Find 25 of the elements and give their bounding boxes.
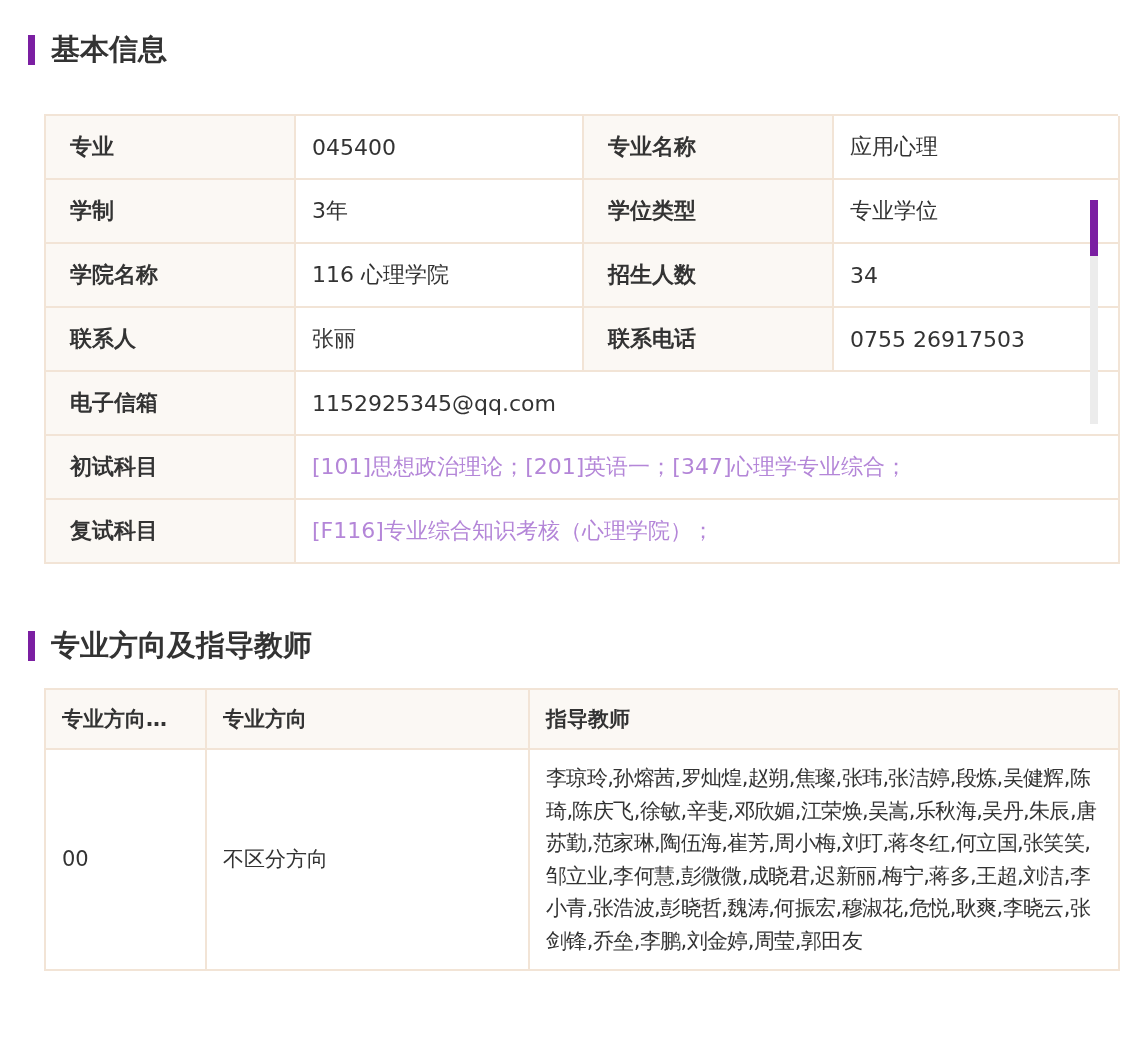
table-cell: 00 xyxy=(46,750,207,971)
field-label: 学制 xyxy=(46,180,296,244)
field-label: 联系人 xyxy=(46,308,296,372)
field-label: 学位类型 xyxy=(584,180,834,244)
field-label: 初试科目 xyxy=(46,436,296,500)
scrollbar-drawing[interactable] xyxy=(1090,200,1098,424)
column-header: 专业方向 xyxy=(207,690,530,750)
field-label: 专业 xyxy=(46,116,296,180)
section-title: 专业方向及指导教师 xyxy=(51,627,312,664)
subject-link[interactable]: [F116]专业综合知识考核（心理学院）； xyxy=(296,500,1120,564)
table-cell: 不区分方向 xyxy=(207,750,530,971)
column-header: 专业方向… xyxy=(46,690,207,750)
subject-link[interactable]: [101]思想政治理论；[201]英语一；[347]心理学专业综合； xyxy=(296,436,1120,500)
field-label: 招生人数 xyxy=(584,244,834,308)
field-label: 电子信箱 xyxy=(46,372,296,436)
heading-accent-bar xyxy=(28,631,35,661)
field-value: 应用心理 xyxy=(834,116,1120,180)
table-cell: 李琼玲,孙熔茜,罗灿煌,赵朔,焦璨,张玮,张洁婷,段炼,吴健辉,陈琦,陈庆飞,徐敏,辛斐,邓欣媚,江荣焕,吴嵩,乐秋海,吴丹,朱辰,唐苏勤,范家琳,陶伍海,崔芳,周小梅,刘玎,蒋冬红,何立国,张笑笑,邹立业,李何慧,彭微微,成晓君,迟新丽,梅宁,蒋多,王超,刘洁,李小青,张浩波,彭晓哲,魏涛,何振宏,穆淑花,危悦,耿爽,李晓云,张剑锋,乔垒,李鹏,刘金婷,周莹,郭田友 xyxy=(530,750,1120,971)
field-label: 复试科目 xyxy=(46,500,296,564)
field-label: 联系电话 xyxy=(584,308,834,372)
heading-accent-bar xyxy=(28,35,35,65)
field-label: 专业名称 xyxy=(584,116,834,180)
column-header: 指导教师 xyxy=(530,690,1120,750)
section-title: 基本信息 xyxy=(51,31,167,68)
field-label: 学院名称 xyxy=(46,244,296,308)
